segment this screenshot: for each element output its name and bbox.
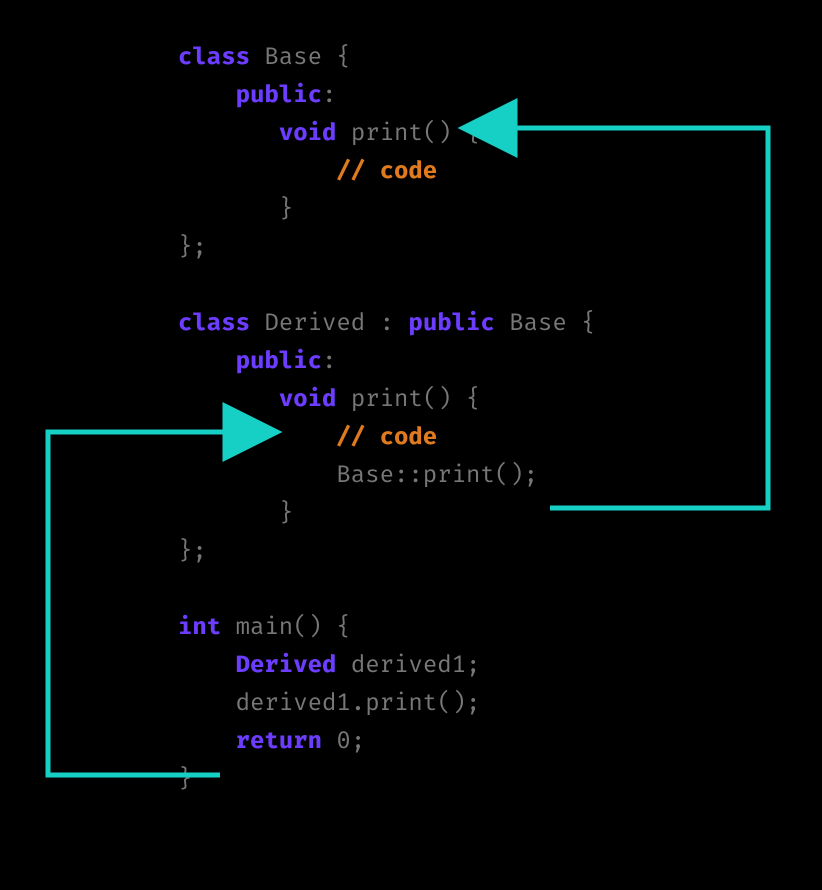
fn-derived-print: print() [351,385,452,413]
line-3: void print() { [178,119,480,147]
keyword-public: public [236,81,322,109]
comment: // code [336,157,437,185]
keyword-class: class [178,309,250,337]
keyword-return: return [236,727,322,755]
line-4: // code [178,157,437,185]
line-17: Derived derived1; [178,651,480,679]
line-14: }; [178,537,207,565]
keyword-public: public [236,347,322,375]
class-name-derived: Derived [264,309,365,337]
fn-main: main() [236,613,322,641]
line-12: Base::print(); [178,461,538,489]
keyword-public: public [408,309,494,337]
line-10: void print() { [178,385,480,413]
class-name-base: Base [264,43,322,71]
line-1: class Base { [178,43,351,71]
type-derived: Derived [236,651,337,679]
line-20: } [178,765,192,793]
line-6: }; [178,233,207,261]
keyword-void: void [279,385,337,413]
diagram-stage: { "code": { "l1": { "kw_class":"class", … [0,0,822,890]
keyword-int: int [178,613,221,641]
comment: // code [336,423,437,451]
line-11: // code [178,423,437,451]
keyword-class: class [178,43,250,71]
keyword-void: void [279,119,337,147]
fn-base-print: print() [351,119,452,147]
line-13: } [178,499,293,527]
line-8: class Derived : public Base { [178,309,596,337]
line-18: derived1.print(); [178,689,480,717]
code-block: class Base { public: void print() { // c… [178,38,596,798]
line-9: public: [178,347,336,375]
line-16: int main() { [178,613,351,641]
call-base-print: Base::print(); [336,461,538,489]
call-derived1-print: derived1.print(); [236,689,481,717]
line-2: public: [178,81,336,109]
line-5: } [178,195,293,223]
line-19: return 0; [178,727,365,755]
